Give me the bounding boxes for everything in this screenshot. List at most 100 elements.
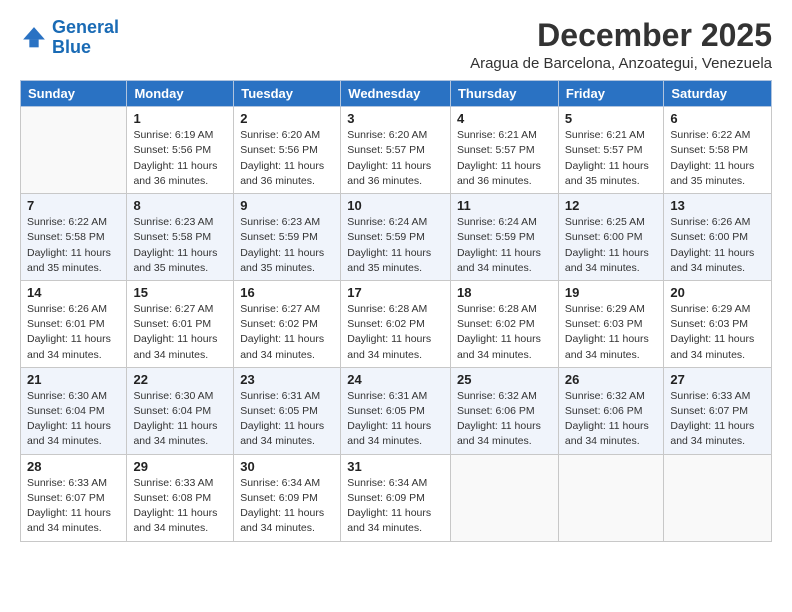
table-row: 23Sunrise: 6:31 AM Sunset: 6:05 PM Dayli…	[234, 367, 341, 454]
logo-line2: Blue	[52, 37, 91, 57]
calendar-week-row: 1Sunrise: 6:19 AM Sunset: 5:56 PM Daylig…	[21, 107, 772, 194]
col-friday: Friday	[558, 81, 663, 107]
calendar-week-row: 28 Sunrise: 6:33 AM Sunset: 6:07 PM Dayli…	[21, 454, 772, 541]
calendar-table: Sunday Monday Tuesday Wednesday Thursday…	[20, 80, 772, 541]
day-info: Sunrise: 6:23 AM Sunset: 5:59 PM Dayligh…	[240, 215, 334, 276]
table-row: 2 Sunrise: 6:20 AM Sunset: 5:56 PM Daylig…	[234, 107, 341, 194]
day-info: Sunrise: 6:27 AM Sunset: 6:02 PM Dayligh…	[240, 302, 334, 363]
day-number: 31	[347, 459, 444, 474]
day-number: 25	[457, 372, 552, 387]
day-info: Sunrise: 6:33 AM Sunset: 6:08 PM Dayligh…	[133, 476, 227, 537]
subtitle: Aragua de Barcelona, Anzoategui, Venezue…	[470, 55, 772, 72]
logo-line1: General	[52, 17, 119, 37]
day-info: Sunrise: 6:22 AM Sunset: 5:58 PM Dayligh…	[27, 215, 120, 276]
day-info: Sunrise: 6:34 AM Sunset: 6:09 PM Dayligh…	[347, 476, 444, 537]
day-info: Sunrise: 6:28 AM Sunset: 6:02 PM Dayligh…	[457, 302, 552, 363]
table-row: 24 Sunrise: 6:31 AM Sunset: 6:05 PM Dayli…	[341, 367, 451, 454]
day-number: 3	[347, 111, 444, 126]
day-number: 6	[670, 111, 765, 126]
table-row: 17Sunrise: 6:28 AM Sunset: 6:02 PM Dayli…	[341, 280, 451, 367]
day-number: 22	[133, 372, 227, 387]
day-info: Sunrise: 6:25 AM Sunset: 6:00 PM Dayligh…	[565, 215, 657, 276]
table-row: 10 Sunrise: 6:24 AM Sunset: 5:59 PM Dayli…	[341, 194, 451, 281]
table-row: 4Sunrise: 6:21 AM Sunset: 5:57 PM Daylig…	[450, 107, 558, 194]
table-row: 15Sunrise: 6:27 AM Sunset: 6:01 PM Dayli…	[127, 280, 234, 367]
table-row	[664, 454, 772, 541]
col-tuesday: Tuesday	[234, 81, 341, 107]
table-row: 16 Sunrise: 6:27 AM Sunset: 6:02 PM Dayli…	[234, 280, 341, 367]
day-info: Sunrise: 6:23 AM Sunset: 5:58 PM Dayligh…	[133, 215, 227, 276]
day-info: Sunrise: 6:29 AM Sunset: 6:03 PM Dayligh…	[670, 302, 765, 363]
table-row: 1Sunrise: 6:19 AM Sunset: 5:56 PM Daylig…	[127, 107, 234, 194]
table-row: 26Sunrise: 6:32 AM Sunset: 6:06 PM Dayli…	[558, 367, 663, 454]
table-row: 25 Sunrise: 6:32 AM Sunset: 6:06 PM Dayli…	[450, 367, 558, 454]
table-row: 19Sunrise: 6:29 AM Sunset: 6:03 PM Dayli…	[558, 280, 663, 367]
col-thursday: Thursday	[450, 81, 558, 107]
day-info: Sunrise: 6:20 AM Sunset: 5:57 PM Dayligh…	[347, 128, 444, 189]
table-row: 28 Sunrise: 6:33 AM Sunset: 6:07 PM Dayli…	[21, 454, 127, 541]
table-row: 21Sunrise: 6:30 AM Sunset: 6:04 PM Dayli…	[21, 367, 127, 454]
day-number: 29	[133, 459, 227, 474]
day-number: 28	[27, 459, 120, 474]
day-info: Sunrise: 6:31 AM Sunset: 6:05 PM Dayligh…	[347, 389, 444, 450]
day-number: 20	[670, 285, 765, 300]
col-monday: Monday	[127, 81, 234, 107]
logo: General Blue	[20, 18, 119, 58]
day-number: 17	[347, 285, 444, 300]
title-block: December 2025 Aragua de Barcelona, Anzoa…	[470, 18, 772, 72]
day-number: 14	[27, 285, 120, 300]
col-sunday: Sunday	[21, 81, 127, 107]
col-wednesday: Wednesday	[341, 81, 451, 107]
table-row	[21, 107, 127, 194]
day-info: Sunrise: 6:24 AM Sunset: 5:59 PM Dayligh…	[347, 215, 444, 276]
day-info: Sunrise: 6:30 AM Sunset: 6:04 PM Dayligh…	[133, 389, 227, 450]
day-info: Sunrise: 6:34 AM Sunset: 6:09 PM Dayligh…	[240, 476, 334, 537]
logo-text: General Blue	[52, 18, 119, 58]
day-number: 7	[27, 198, 120, 213]
main-title: December 2025	[470, 18, 772, 53]
table-row: 5 Sunrise: 6:21 AM Sunset: 5:57 PM Daylig…	[558, 107, 663, 194]
day-number: 8	[133, 198, 227, 213]
col-saturday: Saturday	[664, 81, 772, 107]
calendar-week-row: 14 Sunrise: 6:26 AM Sunset: 6:01 PM Dayli…	[21, 280, 772, 367]
day-number: 23	[240, 372, 334, 387]
day-number: 16	[240, 285, 334, 300]
logo-icon	[20, 24, 48, 52]
day-info: Sunrise: 6:33 AM Sunset: 6:07 PM Dayligh…	[670, 389, 765, 450]
day-number: 10	[347, 198, 444, 213]
table-row: 22 Sunrise: 6:30 AM Sunset: 6:04 PM Dayli…	[127, 367, 234, 454]
day-number: 24	[347, 372, 444, 387]
table-row: 6Sunrise: 6:22 AM Sunset: 5:58 PM Daylig…	[664, 107, 772, 194]
day-info: Sunrise: 6:29 AM Sunset: 6:03 PM Dayligh…	[565, 302, 657, 363]
table-row: 18 Sunrise: 6:28 AM Sunset: 6:02 PM Dayli…	[450, 280, 558, 367]
table-row: 30 Sunrise: 6:34 AM Sunset: 6:09 PM Dayli…	[234, 454, 341, 541]
calendar-header-row: Sunday Monday Tuesday Wednesday Thursday…	[21, 81, 772, 107]
day-info: Sunrise: 6:32 AM Sunset: 6:06 PM Dayligh…	[457, 389, 552, 450]
table-row	[558, 454, 663, 541]
table-row: 12 Sunrise: 6:25 AM Sunset: 6:00 PM Dayli…	[558, 194, 663, 281]
day-number: 18	[457, 285, 552, 300]
day-info: Sunrise: 6:21 AM Sunset: 5:57 PM Dayligh…	[457, 128, 552, 189]
day-number: 15	[133, 285, 227, 300]
day-number: 11	[457, 198, 552, 213]
day-number: 13	[670, 198, 765, 213]
day-info: Sunrise: 6:24 AM Sunset: 5:59 PM Dayligh…	[457, 215, 552, 276]
table-row	[450, 454, 558, 541]
day-info: Sunrise: 6:33 AM Sunset: 6:07 PM Dayligh…	[27, 476, 120, 537]
day-info: Sunrise: 6:20 AM Sunset: 5:56 PM Dayligh…	[240, 128, 334, 189]
day-number: 5	[565, 111, 657, 126]
table-row: 31 Sunrise: 6:34 AM Sunset: 6:09 PM Dayli…	[341, 454, 451, 541]
day-number: 27	[670, 372, 765, 387]
page: General Blue December 2025 Aragua de Bar…	[0, 0, 792, 612]
table-row: 20 Sunrise: 6:29 AM Sunset: 6:03 PM Dayli…	[664, 280, 772, 367]
day-info: Sunrise: 6:21 AM Sunset: 5:57 PM Dayligh…	[565, 128, 657, 189]
day-number: 30	[240, 459, 334, 474]
day-number: 12	[565, 198, 657, 213]
table-row: 7 Sunrise: 6:22 AM Sunset: 5:58 PM Daylig…	[21, 194, 127, 281]
day-number: 2	[240, 111, 334, 126]
table-row: 13Sunrise: 6:26 AM Sunset: 6:00 PM Dayli…	[664, 194, 772, 281]
day-number: 1	[133, 111, 227, 126]
day-info: Sunrise: 6:26 AM Sunset: 6:01 PM Dayligh…	[27, 302, 120, 363]
table-row: 29 Sunrise: 6:33 AM Sunset: 6:08 PM Dayli…	[127, 454, 234, 541]
table-row: 11 Sunrise: 6:24 AM Sunset: 5:59 PM Dayli…	[450, 194, 558, 281]
